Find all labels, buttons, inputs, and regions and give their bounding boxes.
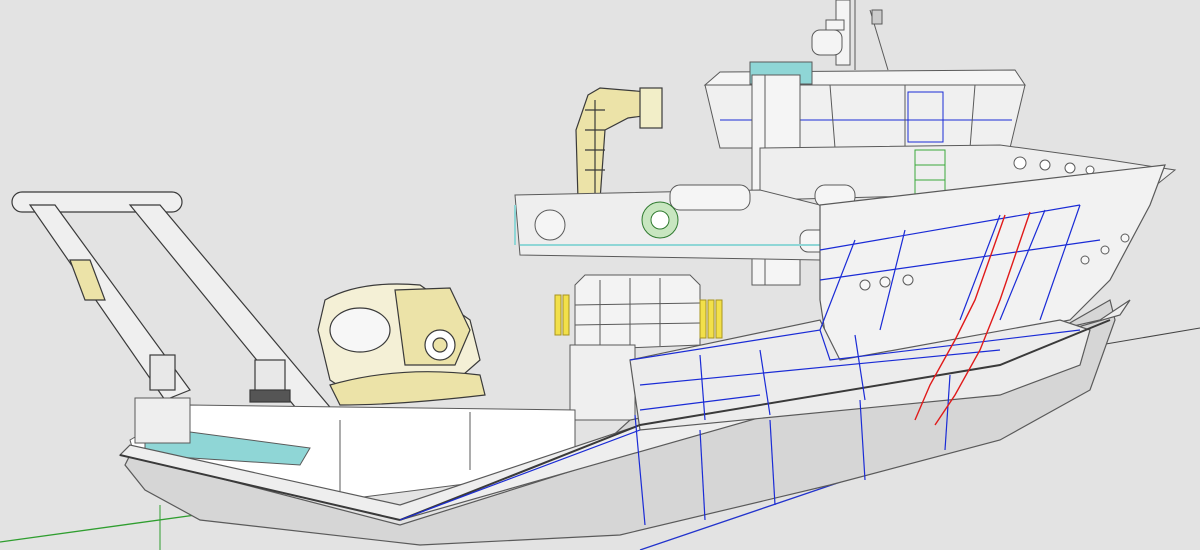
crane [575,87,663,201]
mast [811,0,889,71]
ship-render[interactable] [0,0,1200,550]
model-viewport[interactable] [0,0,1200,550]
